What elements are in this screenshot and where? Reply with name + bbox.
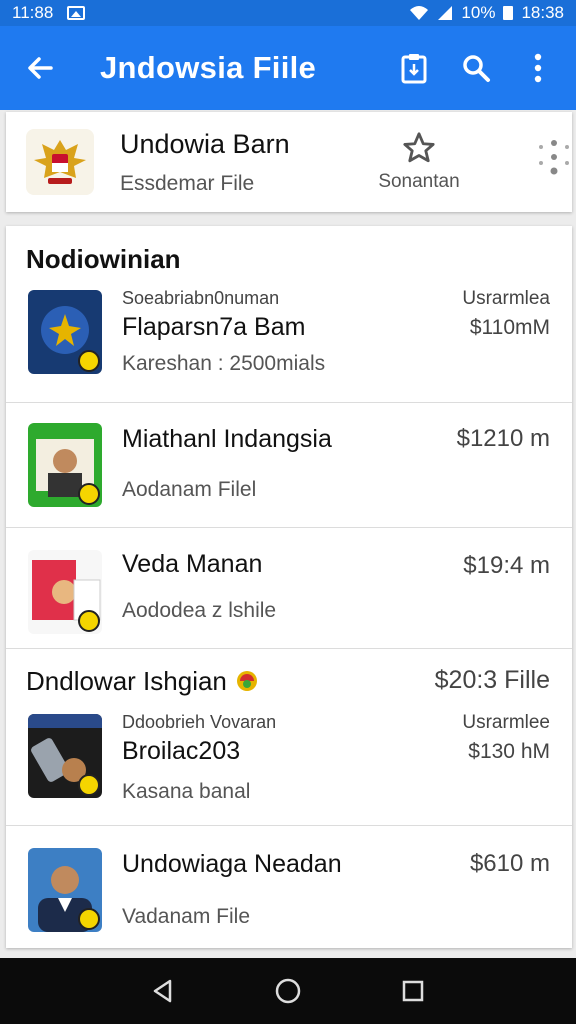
list-item[interactable]: Soeabriabn0numan Flaparsn7a Bam Kareshan… (6, 284, 572, 402)
status-bar: 11:88 10% 18:38 (0, 0, 576, 26)
more-options-button[interactable] (518, 48, 558, 88)
item-subtitle: Aododea z lshile (122, 599, 277, 622)
list-item[interactable]: Ddoobrieh Vovaran Broilac203 Kasana bana… (6, 710, 572, 824)
image-notification-icon (67, 6, 86, 20)
item-title: Flaparsn7a Bam (122, 313, 306, 341)
clipboard-button[interactable] (394, 48, 434, 88)
item-price: $19:4 m (463, 552, 550, 579)
favorite-button[interactable]: Sonantan (364, 131, 474, 193)
item-thumbnail (28, 550, 102, 634)
item-title: Miathanl Indangsia (122, 425, 332, 453)
section-title: Nodiowinian (26, 244, 181, 274)
badge-icon (78, 483, 100, 505)
share-button[interactable] (536, 135, 572, 190)
item-subtitle: Aodanam Filel (122, 478, 257, 501)
featured-subtitle: Essdemar File (120, 171, 255, 195)
list-item[interactable]: Veda Manan Aododea z lshile $19:4 m (6, 528, 572, 648)
item-title: Undowiaga Neadan (122, 850, 342, 878)
section-price: $20:3 Fille (434, 666, 550, 694)
divider (6, 648, 572, 649)
search-icon (463, 55, 490, 82)
favorite-label: Sonantan (378, 171, 460, 192)
item-price: $1210 m (456, 425, 550, 452)
nav-back-button[interactable] (143, 971, 183, 1011)
item-title: Veda Manan (122, 550, 263, 578)
item-price: $130 hM (468, 740, 550, 763)
battery-percent: 10% (461, 3, 496, 22)
signal-icon (438, 6, 453, 20)
nav-recents-button[interactable] (393, 971, 433, 1011)
section-header: Dndlowar Ishgian $20:3 Fille (6, 666, 572, 706)
status-time-right: 18:38 (521, 3, 564, 22)
item-title: Broilac203 (122, 737, 241, 765)
system-nav-bar (0, 958, 576, 1024)
wifi-icon (410, 6, 429, 20)
back-button[interactable] (0, 48, 80, 88)
item-subtitle: Kareshan : 2500mials (122, 352, 326, 375)
price-label: Usrarmlee (462, 712, 550, 733)
item-subtitle: Vadanam File (122, 905, 251, 928)
price-label: Usrarmlea (462, 288, 550, 309)
item-thumbnail (28, 290, 102, 374)
file-list-card: Nodiowinian Soeabriabn0numan Flaparsn7a … (6, 226, 572, 948)
list-item[interactable]: Undowiaga Neadan Vadanam File $610 m (6, 826, 572, 946)
emblem-logo (26, 129, 94, 195)
badge-icon (78, 350, 100, 372)
home-nav-icon (275, 978, 301, 1004)
list-item[interactable]: Miathanl Indangsia Aodanam Filel $1210 m (6, 403, 572, 527)
clipboard-icon (401, 54, 427, 84)
item-label: Ddoobrieh Vovaran (122, 712, 277, 732)
item-thumbnail (28, 714, 102, 798)
recents-nav-icon (403, 980, 424, 1002)
battery-icon (503, 6, 514, 20)
star-icon (403, 132, 435, 163)
status-time-left: 11:88 (12, 3, 54, 22)
item-label: Soeabriabn0numan (122, 288, 280, 308)
back-arrow-icon (28, 57, 53, 79)
flag-badge-icon (237, 671, 258, 691)
item-thumbnail (28, 848, 102, 932)
featured-card[interactable]: Undowia Barn Essdemar File Sonantan (6, 112, 572, 212)
more-vert-icon (534, 53, 542, 83)
item-thumbnail (28, 423, 102, 507)
dotted-share-icon (539, 139, 569, 174)
item-price: $110mM (469, 316, 550, 339)
featured-title: Undowia Barn (120, 128, 290, 159)
app-bar: Jndowsia Fiile (0, 26, 576, 110)
app-title: Jndowsia Fiile (100, 50, 317, 85)
back-nav-icon (153, 979, 171, 1003)
nav-home-button[interactable] (268, 971, 308, 1011)
item-price: $610 m (469, 850, 550, 877)
badge-icon (78, 774, 100, 796)
badge-icon (78, 908, 100, 930)
section-title: Dndlowar Ishgian (26, 666, 258, 697)
section-title-text: Dndlowar Ishgian (26, 666, 227, 696)
search-button[interactable] (456, 48, 496, 88)
item-subtitle: Kasana banal (122, 780, 251, 803)
badge-icon (78, 610, 100, 632)
